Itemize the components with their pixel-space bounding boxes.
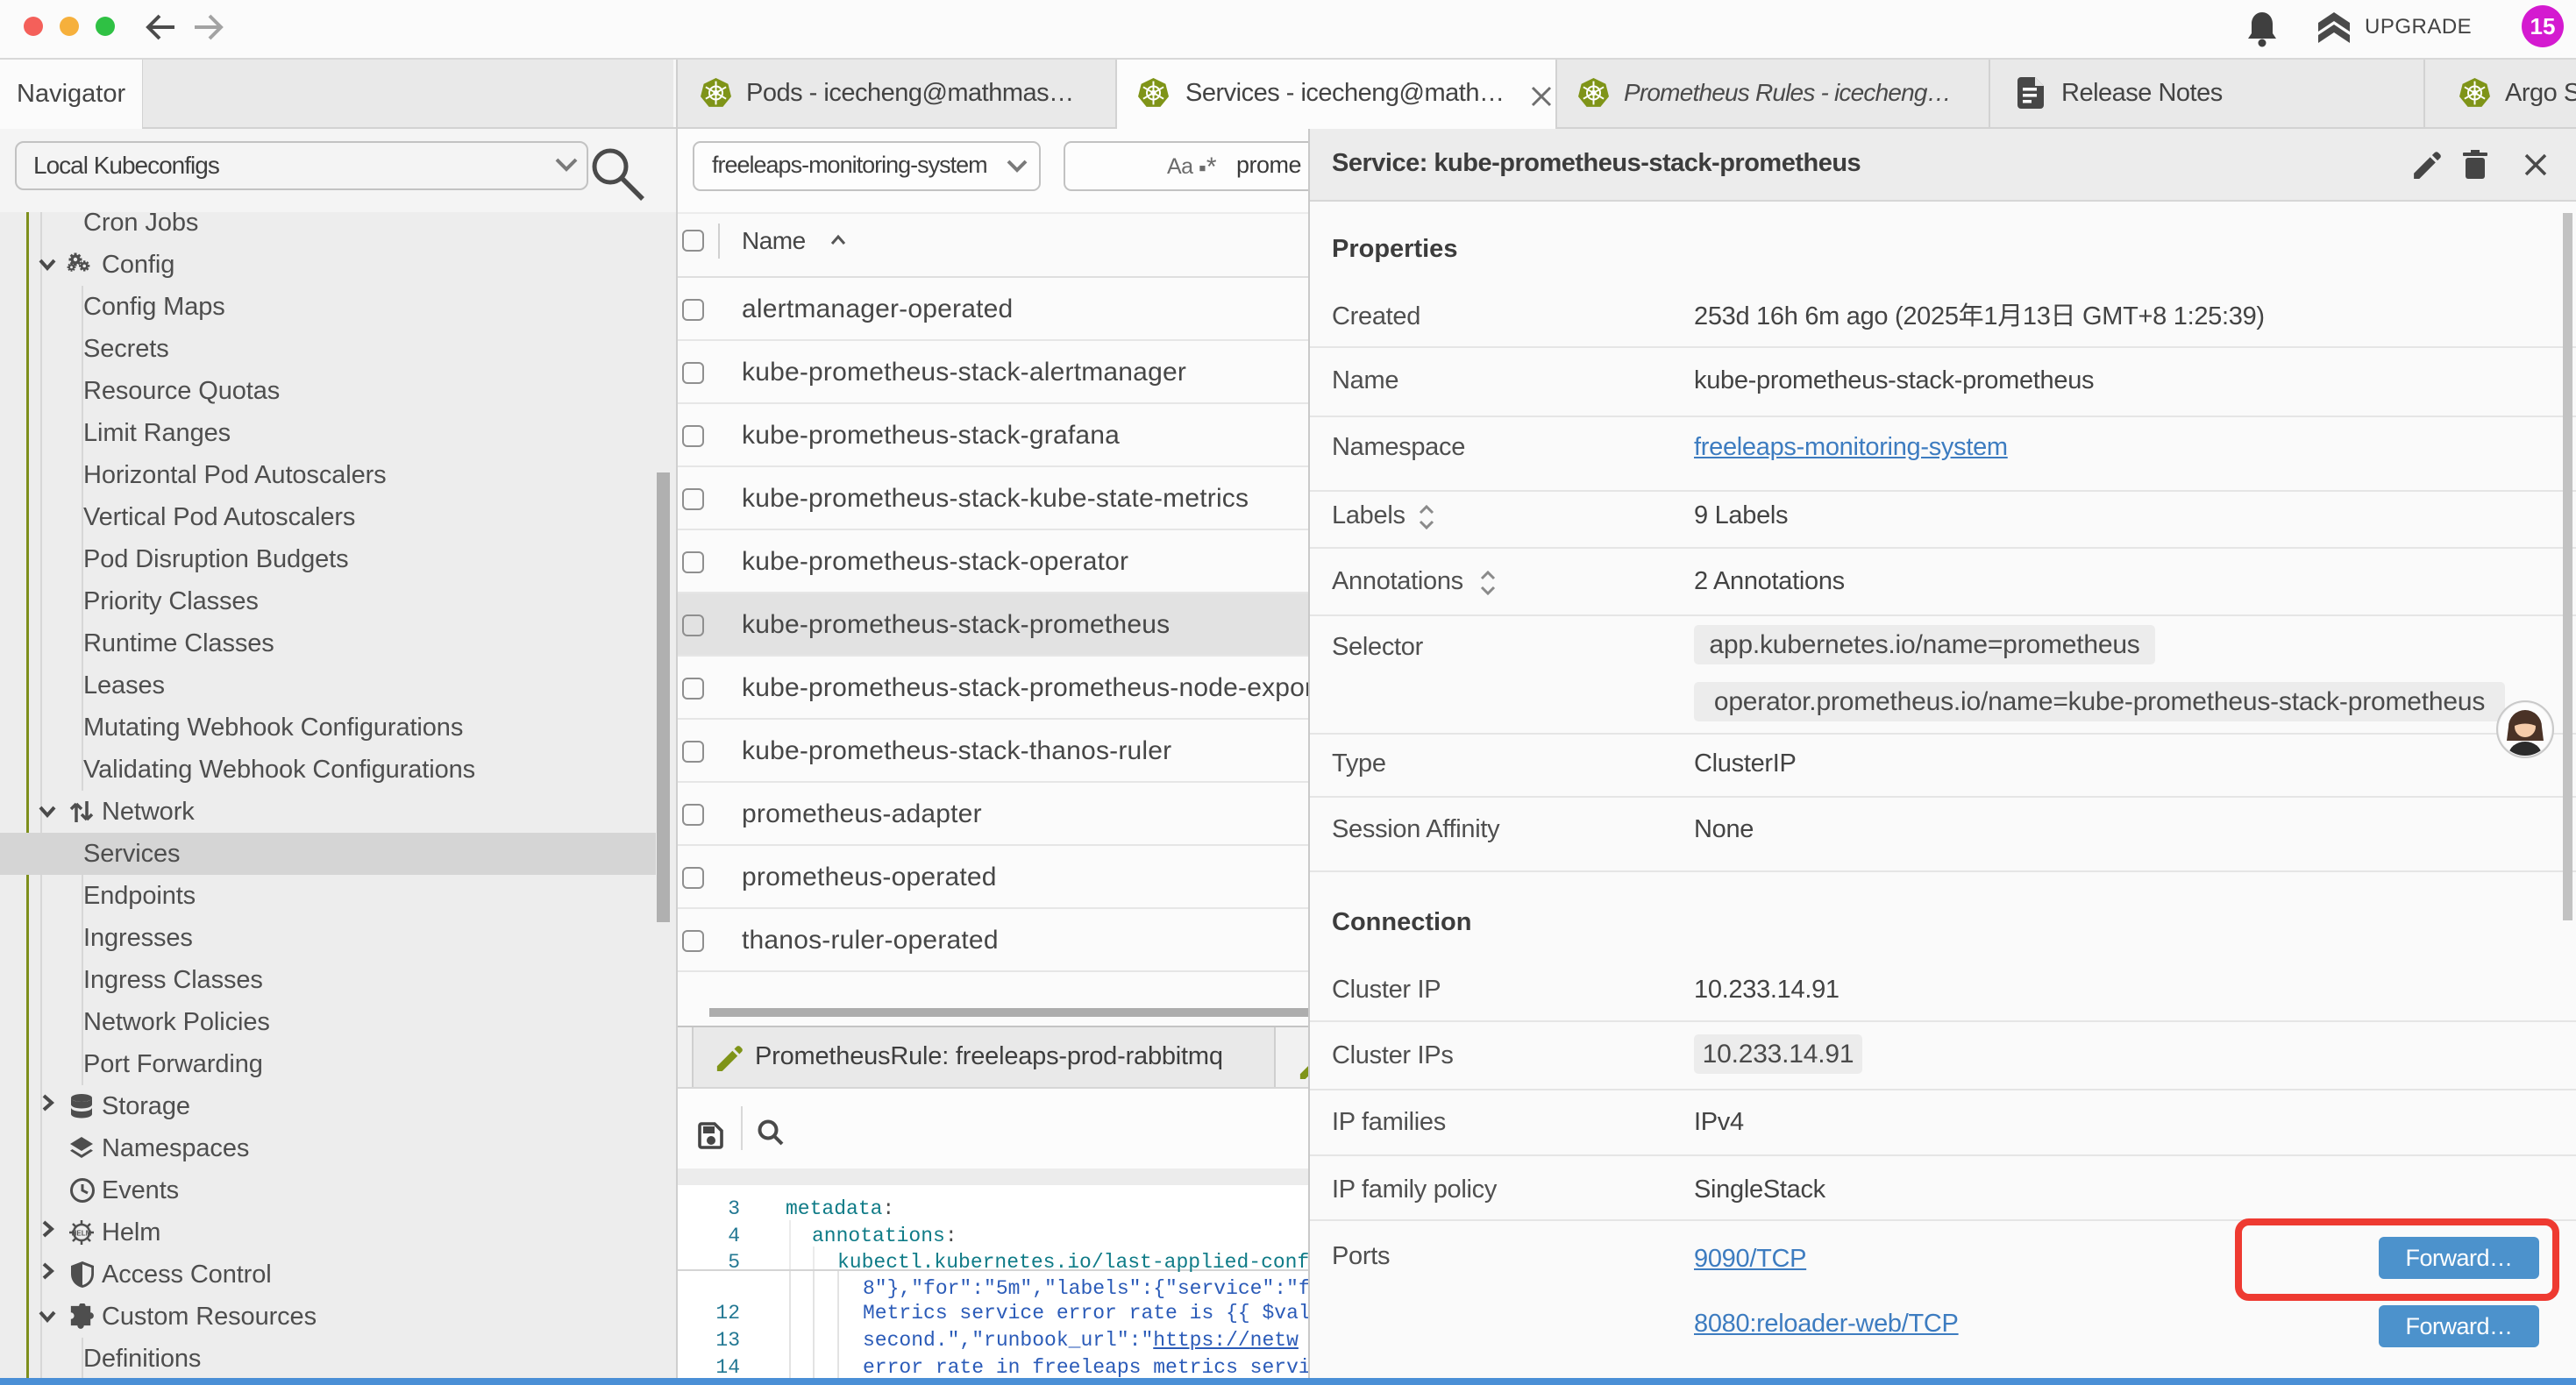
svg-text:HELM: HELM — [72, 1230, 92, 1238]
